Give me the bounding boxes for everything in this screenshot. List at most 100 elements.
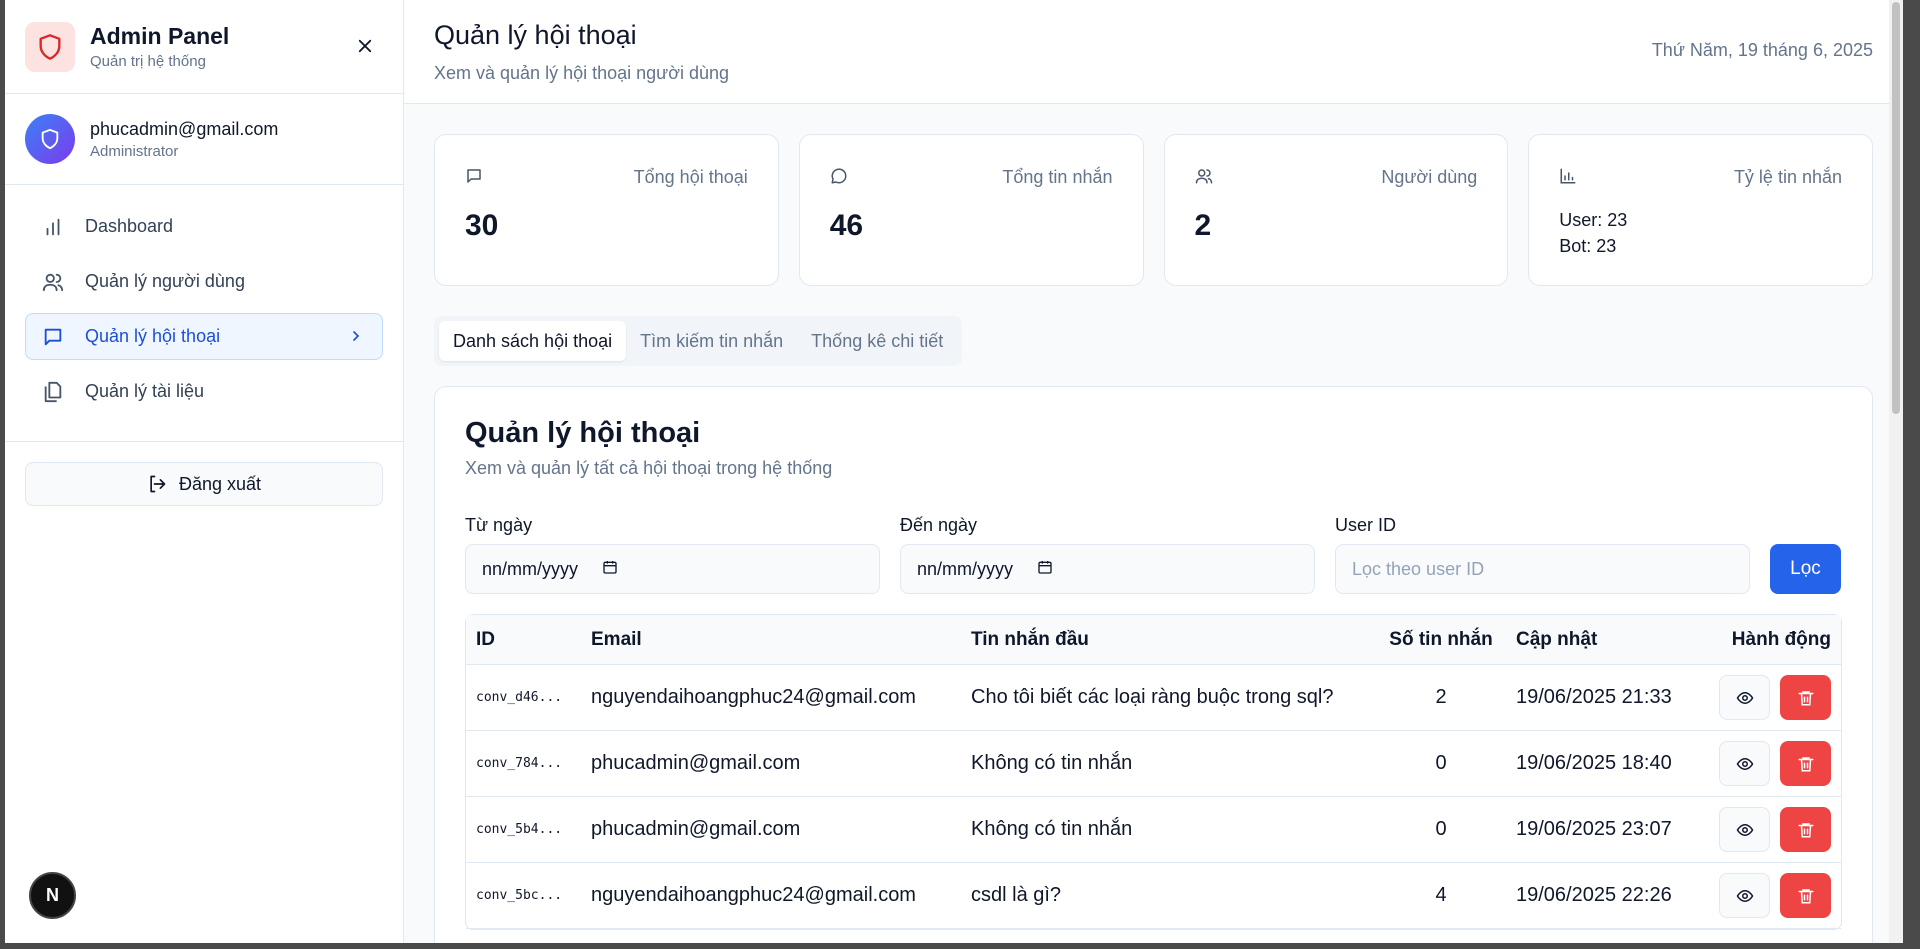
sidebar-item-documents[interactable]: Quản lý tài liệu [25, 368, 383, 415]
to-date-label: Đến ngày [900, 515, 978, 535]
next-dev-badge[interactable]: N [29, 872, 76, 919]
from-date-value: nn/mm/yyyy [482, 558, 579, 579]
conversations-table: ID Email Tin nhắn đầu Số tin nhắn Cập nh… [465, 614, 1842, 930]
filter-button[interactable]: Lọc [1770, 544, 1841, 594]
cell-message-count: 2 [1376, 665, 1506, 731]
eye-icon [1736, 823, 1753, 836]
brand-title: Admin Panel [90, 23, 230, 49]
stat-card-ratio: Tỷ lệ tin nhắn User: 23 Bot: 23 [1528, 134, 1873, 286]
bar-chart-icon [41, 215, 65, 239]
table-row[interactable]: conv_5bc... nguyendaihoangphuc24@gmail.c… [466, 863, 1841, 929]
cell-first-message: Không có tin nhắn [961, 797, 1376, 863]
cell-updated: 19/06/2025 18:40 [1506, 731, 1696, 797]
stat-card-conversations: Tổng hội thoại 30 [434, 134, 779, 286]
brand-subtitle: Quản trị hệ thống [90, 53, 206, 70]
view-button[interactable] [1719, 741, 1770, 786]
cell-updated: 19/06/2025 21:33 [1506, 665, 1696, 731]
current-date: Thứ Năm, 19 tháng 6, 2025 [1651, 40, 1873, 60]
shield-icon [41, 128, 59, 150]
conversations-panel: Quản lý hội thoại Xem và quản lý tất cả … [434, 386, 1873, 943]
message-square-icon [465, 167, 483, 190]
table-row[interactable]: conv_d46... nguyendaihoangphuc24@gmail.c… [466, 665, 1841, 731]
col-message-count[interactable]: Số tin nhắn [1376, 615, 1506, 665]
cell-email: phucadmin@gmail.com [581, 731, 961, 797]
cell-id: conv_5b4... [466, 797, 581, 863]
panel-title: Quản lý hội thoại [465, 417, 701, 449]
table-row[interactable]: conv_5b4... phucadmin@gmail.com Không có… [466, 797, 1841, 863]
cell-email: nguyendaihoangphuc24@gmail.com [581, 863, 961, 929]
cell-first-message: Cho tôi biết các loại ràng buộc trong sq… [961, 665, 1376, 731]
delete-button[interactable] [1780, 873, 1831, 918]
close-sidebar-button[interactable] [355, 36, 375, 56]
delete-button[interactable] [1780, 807, 1831, 852]
col-actions: Hành động [1696, 615, 1841, 665]
sidebar-item-conversations[interactable]: Quản lý hội thoại [25, 313, 383, 360]
filters: Từ ngày nn/mm/yyyy Đến ngày nn/mm/yyyy U… [465, 515, 1842, 594]
stat-value: 2 [1194, 209, 1212, 242]
cell-first-message: Không có tin nhắn [961, 731, 1376, 797]
eye-icon [1736, 889, 1753, 902]
view-button[interactable] [1719, 807, 1770, 852]
logout-label: Đăng xuất [178, 473, 262, 494]
tab-conversation-list[interactable]: Danh sách hội thoại [439, 321, 627, 361]
cell-message-count: 0 [1376, 797, 1506, 863]
sidebar-item-users[interactable]: Quản lý người dùng [25, 258, 383, 305]
logout-button[interactable]: Đăng xuất [25, 462, 383, 506]
cell-id: conv_784... [466, 731, 581, 797]
sidebar: Admin Panel Quản trị hệ thống phucadmin@… [5, 0, 404, 943]
col-id[interactable]: ID [466, 615, 581, 665]
cell-first-message: csdl là gì? [961, 863, 1376, 929]
cell-id: conv_d46... [466, 665, 581, 731]
user-email: phucadmin@gmail.com [90, 118, 279, 139]
trash-icon [1798, 822, 1813, 837]
chevron-right-icon [348, 328, 364, 349]
col-updated[interactable]: Cập nhật [1506, 615, 1696, 665]
view-button[interactable] [1719, 873, 1770, 918]
calendar-icon[interactable] [602, 559, 618, 580]
stat-card-messages: Tổng tin nhắn 46 [798, 134, 1144, 286]
table-header-row: ID Email Tin nhắn đầu Số tin nhắn Cập nh… [466, 615, 1841, 665]
page-scrollbar[interactable] [1889, 0, 1903, 943]
avatar [25, 114, 75, 164]
from-date-label: Từ ngày [465, 515, 533, 535]
logout-icon [150, 475, 166, 493]
panel-subtitle: Xem và quản lý tất cả hội thoại trong hệ… [465, 458, 833, 478]
trash-icon [1798, 690, 1813, 705]
view-button[interactable] [1719, 675, 1770, 720]
sidebar-item-dashboard[interactable]: Dashboard [25, 203, 383, 250]
message-circle-icon [830, 167, 848, 190]
col-first-message[interactable]: Tin nhắn đầu [961, 615, 1376, 665]
user-id-label: User ID [1335, 515, 1397, 535]
ratio-user: User: 23 [1559, 210, 1628, 230]
shield-logo-icon [25, 21, 75, 72]
stat-label: Tổng tin nhắn [1002, 167, 1113, 187]
stats-row: Tổng hội thoại 30 Tổng tin nhắn 46 Người… [434, 134, 1873, 286]
stat-label: Tổng hội thoại [633, 167, 748, 187]
delete-button[interactable] [1780, 741, 1831, 786]
cell-message-count: 4 [1376, 863, 1506, 929]
app-window: Admin Panel Quản trị hệ thống phucadmin@… [5, 0, 1903, 943]
calendar-icon[interactable] [1037, 559, 1053, 580]
col-email[interactable]: Email [581, 615, 961, 665]
files-icon [41, 380, 65, 404]
to-date-value: nn/mm/yyyy [917, 558, 1014, 579]
bar-chart-icon [1559, 167, 1577, 190]
stat-value: 46 [829, 209, 864, 242]
user-id-input[interactable]: Lọc theo user ID [1335, 544, 1750, 594]
user-id-placeholder: Lọc theo user ID [1352, 558, 1485, 579]
tab-detailed-stats[interactable]: Thống kê chi tiết [797, 321, 957, 361]
close-icon [358, 39, 372, 53]
users-icon [1195, 167, 1213, 190]
delete-button[interactable] [1780, 675, 1831, 720]
users-icon [41, 270, 65, 294]
tab-message-search[interactable]: Tìm kiếm tin nhắn [626, 321, 797, 361]
eye-icon [1736, 691, 1753, 704]
scrollbar-thumb[interactable] [1892, 2, 1900, 414]
sidebar-header: Admin Panel Quản trị hệ thống [5, 0, 403, 94]
to-date-input[interactable]: nn/mm/yyyy [900, 544, 1315, 594]
cell-updated: 19/06/2025 22:26 [1506, 863, 1696, 929]
from-date-input[interactable]: nn/mm/yyyy [465, 544, 880, 594]
sidebar-nav: Dashboard Quản lý người dùng Quản lý hội… [5, 185, 403, 442]
table-row[interactable]: conv_784... phucadmin@gmail.com Không có… [466, 731, 1841, 797]
cell-id: conv_5bc... [466, 863, 581, 929]
